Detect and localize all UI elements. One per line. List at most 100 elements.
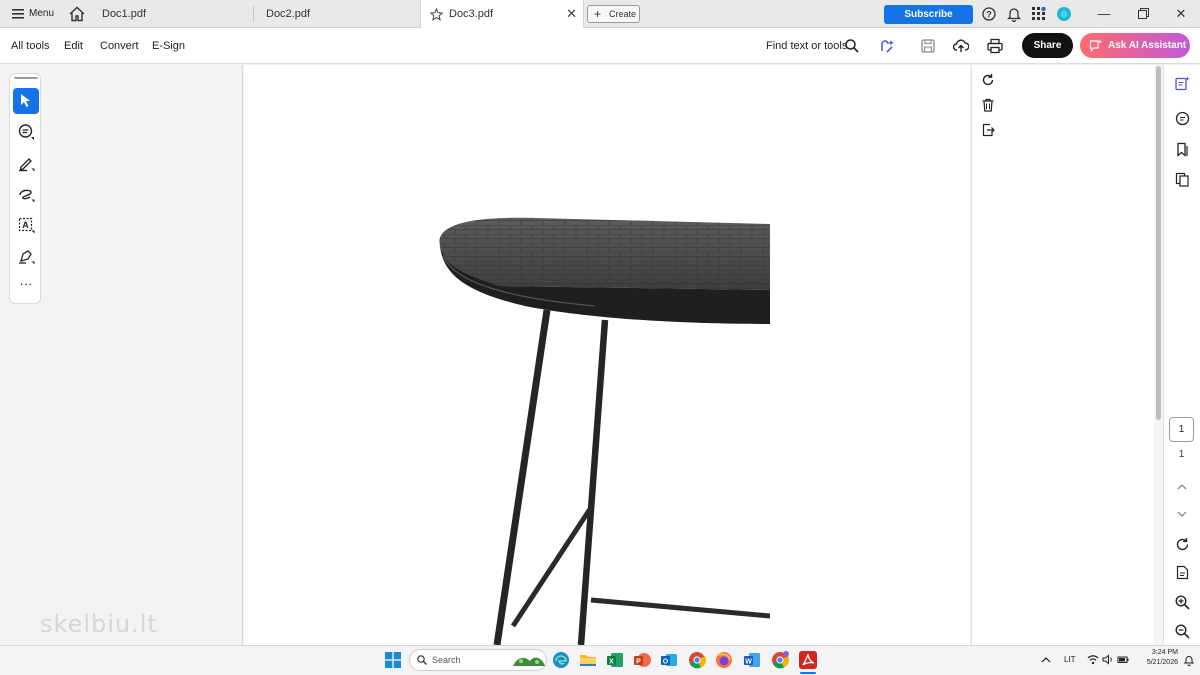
highlight-tool[interactable] [13,150,39,176]
rotate-icon[interactable] [981,73,995,87]
battery-icon[interactable] [1117,654,1129,665]
current-page-input[interactable]: 1 [1169,417,1194,442]
draw-tool[interactable] [13,181,39,207]
svg-text:W: W [745,659,752,666]
cursor-arrow-icon [21,94,30,107]
page-actions-panel [971,65,1154,645]
total-pages: 1 [1178,449,1185,460]
tab-label: Doc3.pdf [449,8,494,20]
ai-chat-icon [1089,39,1103,52]
svg-text:A: A [22,220,29,230]
comment-icon [18,124,34,140]
text-tool[interactable]: A [13,212,39,238]
avatar[interactable] [1057,7,1071,21]
chrome-icon[interactable] [687,650,707,670]
subscribe-button[interactable]: Subscribe [884,5,973,24]
rail-grip[interactable] [14,77,38,79]
word-icon[interactable]: W [742,650,762,670]
widgets-icon[interactable] [512,651,546,669]
page-fit-icon[interactable] [1175,565,1190,580]
watermark-text: skelbiu.lt [40,610,158,638]
title-bar: Menu Doc1.pdf Doc2.pdf Doc3.pdf ✕ + Crea… [0,0,1200,28]
freehand-icon [19,189,35,203]
print-icon[interactable] [987,38,1003,54]
wifi-icon[interactable] [1087,654,1099,665]
ai-summary-icon[interactable] [1175,76,1190,91]
close-tab-icon[interactable]: ✕ [566,0,577,28]
quick-tools-rail: A ··· [9,73,41,304]
comment-panel-icon[interactable] [1175,111,1190,126]
ai-assistant-label: Ask AI Assistant [1108,40,1187,51]
svg-text:O: O [663,659,669,666]
star-icon[interactable] [430,8,443,21]
menu-convert[interactable]: Convert [100,28,139,64]
firefox-icon[interactable] [714,650,734,670]
apps-grid-icon[interactable] [1032,7,1046,21]
outlook-icon[interactable]: O [659,650,679,670]
help-icon[interactable]: ? [982,7,996,21]
select-tool[interactable] [13,88,39,114]
menu-e-sign[interactable]: E-Sign [152,28,185,64]
system-clock[interactable]: 3:24 PM 5/21/2026 [1132,648,1178,668]
pdf-page[interactable] [395,216,770,645]
zoom-out-icon[interactable] [1175,624,1190,639]
refresh-icon[interactable] [1175,537,1190,552]
chevron-down-icon[interactable] [1176,509,1188,519]
taskbar-search-placeholder: Search [432,655,461,665]
restore-button[interactable] [1124,0,1162,28]
svg-text:X: X [609,659,614,666]
home-button[interactable] [68,5,86,23]
bookmark-icon[interactable] [1175,142,1190,157]
tab-label: Doc1.pdf [102,8,147,20]
search-icon[interactable] [845,39,859,53]
sign-tool[interactable] [13,243,39,269]
delete-icon[interactable] [981,98,995,112]
share-button[interactable]: Share [1022,33,1073,58]
minimize-button[interactable]: — [1085,0,1123,28]
edge-icon[interactable] [551,650,571,670]
extract-page-icon[interactable] [981,123,995,137]
menu-all-tools[interactable]: All tools [11,28,50,64]
taskbar-search-icon [417,655,427,665]
ai-assistant-button[interactable]: Ask AI Assistant [1080,33,1190,58]
save-icon[interactable] [921,39,935,53]
find-text-label[interactable]: Find text or tools [766,28,847,64]
main-toolbar: All tools Edit Convert E-Sign Find text … [0,28,1200,64]
tab-doc2[interactable]: Doc2.pdf [254,0,420,28]
upload-cloud-icon[interactable] [953,38,969,54]
create-button[interactable]: + Create [587,5,640,23]
text-box-icon: A [18,217,35,234]
acrobat-icon[interactable] [798,650,818,670]
excel-icon[interactable]: X [605,650,625,670]
tray-chevron-up-icon[interactable] [1041,655,1051,665]
language-indicator[interactable]: LIT [1064,645,1076,675]
chrome-profile-icon[interactable] [770,650,790,670]
bell-icon[interactable] [1007,6,1021,22]
create-label: Create [609,9,637,19]
chevron-up-icon[interactable] [1176,482,1188,492]
taskbar [0,645,1200,675]
powerpoint-icon[interactable]: P [632,650,652,670]
svg-text:P: P [636,659,641,666]
pages-thumbnails-icon[interactable] [1175,172,1190,187]
menu-label: Menu [29,8,55,19]
zoom-in-icon[interactable] [1175,595,1190,610]
comment-tool[interactable] [13,119,39,145]
volume-icon[interactable] [1102,654,1114,665]
windows-start-icon[interactable] [385,652,401,668]
file-explorer-icon[interactable] [578,650,598,670]
tab-doc1[interactable]: Doc1.pdf [90,0,253,28]
hamburger-icon [12,9,24,19]
stool-photo [439,217,770,645]
tab-doc3[interactable]: Doc3.pdf ✕ [420,0,584,28]
menu-edit[interactable]: Edit [64,28,83,64]
clock-time: 3:24 PM [1151,649,1178,656]
scrollbar-thumb[interactable] [1156,66,1161,420]
edit-sparkle-icon[interactable] [879,38,895,54]
close-window-button[interactable]: ✕ [1162,0,1200,28]
plus-icon: + [594,7,602,21]
menu-button[interactable]: Menu [8,0,56,28]
home-icon [69,6,85,22]
more-tools-icon[interactable]: ··· [13,275,39,301]
notification-bell-icon[interactable] [1184,654,1194,666]
